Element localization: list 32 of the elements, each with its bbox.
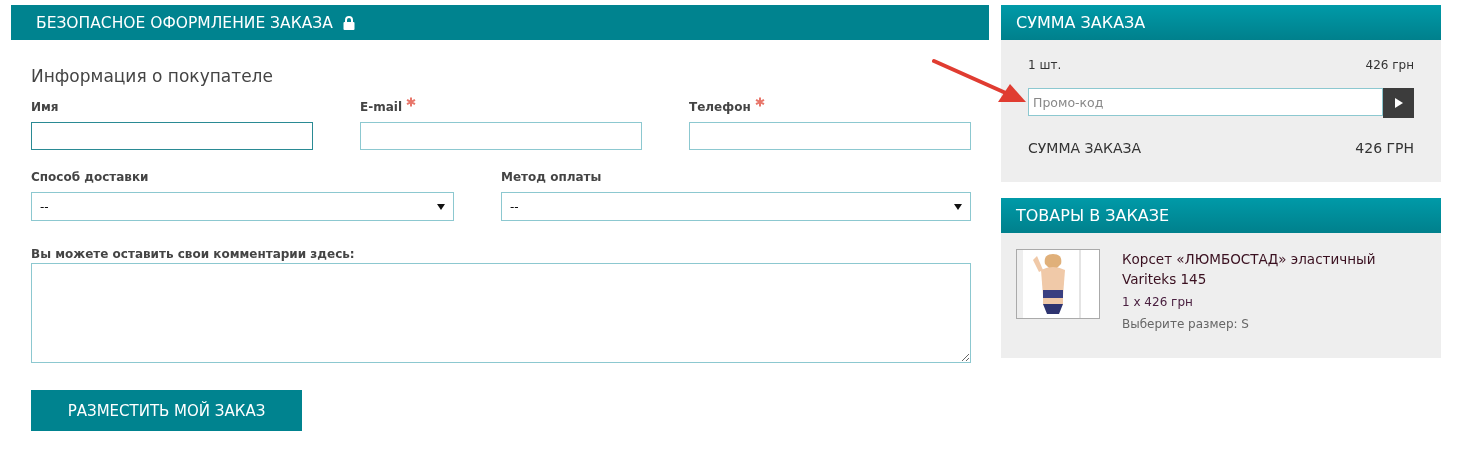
field-label: Способ доставки [31,170,149,184]
product-price: 1 x 426 грн [1122,295,1194,309]
product-size: Выберите размер: S [1122,317,1250,331]
lock-icon [342,15,355,30]
caret-icon [437,202,445,211]
product-link[interactable]: Корсет «ЛЮМБОСТАД» эластичный Variteks 145 [1122,249,1412,289]
subtotal-text: 426 грн [1365,58,1414,72]
select-field[interactable]: -- [31,192,454,221]
input-field[interactable] [360,122,642,150]
quantity-text: 1 шт. [1028,58,1062,72]
required-icon [754,97,765,107]
field-label: Вы можете оставить свои комментарии здесь: [31,247,355,261]
field-label: Метод оплаты [501,170,602,184]
promo-field[interactable]: Промо-код [1028,88,1383,116]
play-icon [1394,98,1403,108]
field-label: Телефон [689,100,751,114]
required-icon [406,97,416,107]
apply-button[interactable] [1383,88,1414,118]
form-heading: Информация о покупателе [31,66,274,86]
input-field[interactable] [31,122,313,150]
comment-field[interactable] [31,263,971,363]
field-label: E-mail [360,100,402,114]
field-label: Имя [31,100,59,114]
select-field[interactable]: -- [501,192,971,221]
section-title: БЕЗОПАСНОЕ ОФОРМЛЕНИЕ ЗАКАЗА [36,13,333,32]
total-text: 426 ГРН [1355,140,1414,156]
panel-title: ТОВАРЫ В ЗАКАЗЕ [1016,206,1170,225]
input-field[interactable] [689,122,971,150]
caret-icon [954,202,962,211]
submit-button[interactable]: РАЗМЕСТИТЬ МОЙ ЗАКАЗ [31,390,302,431]
total-label: СУММА ЗАКАЗА [1028,140,1142,156]
panel-title: СУММА ЗАКАЗА [1016,13,1146,32]
